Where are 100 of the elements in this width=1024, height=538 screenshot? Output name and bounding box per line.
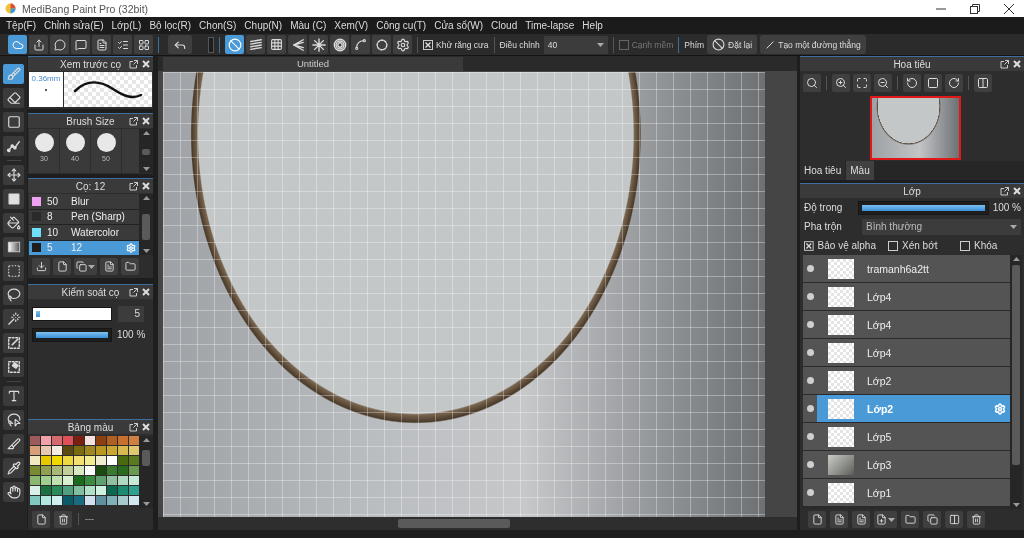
close-icon[interactable] [1004,3,1014,14]
visibility-dot-icon[interactable] [806,405,814,412]
layer-option[interactable]: Khóa [960,240,1020,251]
color-swatch[interactable] [41,456,51,465]
color-swatch[interactable] [118,496,128,505]
scroll-down-icon[interactable] [1012,503,1020,507]
color-swatch[interactable] [52,436,62,445]
color-swatch[interactable] [96,496,106,505]
color-swatch[interactable] [30,476,40,485]
menu-item[interactable]: Time-lapse [521,17,579,34]
guide-button[interactable] [372,35,391,54]
color-swatch[interactable] [41,496,51,505]
opacity-slider[interactable] [857,200,989,215]
tool-button[interactable] [3,386,24,406]
layer-item[interactable]: Lớp4 [817,339,1010,366]
color-swatch[interactable] [129,496,139,505]
brush-item[interactable]: 50 Blur [29,194,139,209]
visibility-dot-icon[interactable] [806,377,814,384]
color-swatch[interactable] [41,466,51,475]
visibility-dot-icon[interactable] [806,321,814,328]
color-swatch[interactable] [118,456,128,465]
copy-brush-button[interactable] [74,258,97,275]
menu-item[interactable]: Bộ lọc(R) [145,17,196,34]
color-swatch[interactable] [96,476,106,485]
toolbar-button[interactable] [113,35,132,54]
layer-item[interactable]: Lớp5 [817,423,1010,450]
color-swatch[interactable] [30,436,40,445]
pop-out-icon[interactable] [1000,59,1009,69]
delete-palette-button[interactable] [54,510,72,528]
visibility-cell[interactable] [803,283,817,310]
layer-item[interactable]: Lớp2 [817,367,1010,394]
layer-item[interactable]: tramanh6a2tt [817,255,1010,282]
download-brush-button[interactable] [32,258,50,275]
guide-button[interactable] [393,35,412,54]
slider-track[interactable] [32,327,112,342]
color-swatch[interactable] [30,446,40,455]
visibility-dot-icon[interactable] [806,461,814,468]
toolbar-button[interactable] [8,35,27,54]
visibility-dot-icon[interactable] [806,489,814,496]
visibility-cell[interactable] [803,367,817,394]
color-swatch[interactable] [63,496,73,505]
menu-item[interactable]: Công cụ(T) [372,17,431,34]
value-field[interactable]: 5 [118,305,144,322]
tool-button[interactable] [3,357,24,377]
layer-button[interactable] [967,511,985,528]
scroll-up-icon[interactable] [142,438,150,442]
navigator-button[interactable] [853,74,871,92]
pop-out-icon[interactable] [129,116,138,126]
pop-out-icon[interactable] [129,287,138,297]
navigator-button[interactable] [974,74,992,92]
color-swatch[interactable] [107,486,117,495]
guide-button[interactable] [330,35,349,54]
menu-item[interactable]: Chọn(S) [195,17,241,34]
menu-item[interactable]: Tệp(F) [2,17,40,34]
layer-option[interactable]: Bảo vệ alpha [804,240,876,251]
menu-item[interactable]: Lớp(L) [107,17,146,34]
slider-track[interactable] [32,306,112,321]
layer-button[interactable] [901,511,919,528]
scroll-down-icon[interactable] [142,167,150,171]
color-swatch[interactable] [107,496,117,505]
color-swatch[interactable] [85,496,95,505]
color-swatch[interactable] [52,496,62,505]
undo-button[interactable] [168,35,192,54]
color-swatch[interactable] [85,446,95,455]
new-brush-button[interactable] [53,258,71,275]
layer-item[interactable]: Lớp4 [817,311,1010,338]
visibility-dot-icon[interactable] [806,293,814,300]
color-swatch[interactable] [118,486,128,495]
toolbar-button[interactable] [29,35,48,54]
toolbar-handle[interactable] [208,36,214,53]
tool-button[interactable] [3,136,24,156]
color-swatch[interactable] [129,466,139,475]
tool-button[interactable] [3,482,24,502]
tool-button[interactable] [3,410,24,430]
color-swatch[interactable] [118,466,128,475]
tool-button[interactable] [3,213,24,233]
color-swatch[interactable] [85,476,95,485]
color-swatch[interactable] [41,446,51,455]
color-swatch[interactable] [74,466,84,475]
brush-folder-button[interactable] [121,258,139,275]
pop-out-icon[interactable] [129,422,138,432]
color-swatch[interactable] [107,436,117,445]
guide-button[interactable] [351,35,370,54]
reset-button[interactable]: Đặt lại [707,35,758,54]
navigator-button[interactable] [832,74,850,92]
menu-item[interactable]: Màu (C) [286,17,331,34]
color-swatch[interactable] [30,466,40,475]
color-swatch[interactable] [118,436,128,445]
navigator-button[interactable] [945,74,963,92]
color-swatch[interactable] [63,446,73,455]
layer-item[interactable]: Lớp3 [817,451,1010,478]
guide-button[interactable] [288,35,307,54]
visibility-dot-icon[interactable] [806,349,814,356]
brush-item[interactable]: 10 Watercolor [29,225,139,240]
visibility-cell[interactable] [803,339,817,366]
scroll-up-icon[interactable] [1012,257,1020,261]
toolbar-button[interactable] [50,35,69,54]
tool-button[interactable] [3,434,24,454]
brush-settings-button[interactable] [100,258,118,275]
scrollbar-thumb[interactable] [142,149,150,155]
